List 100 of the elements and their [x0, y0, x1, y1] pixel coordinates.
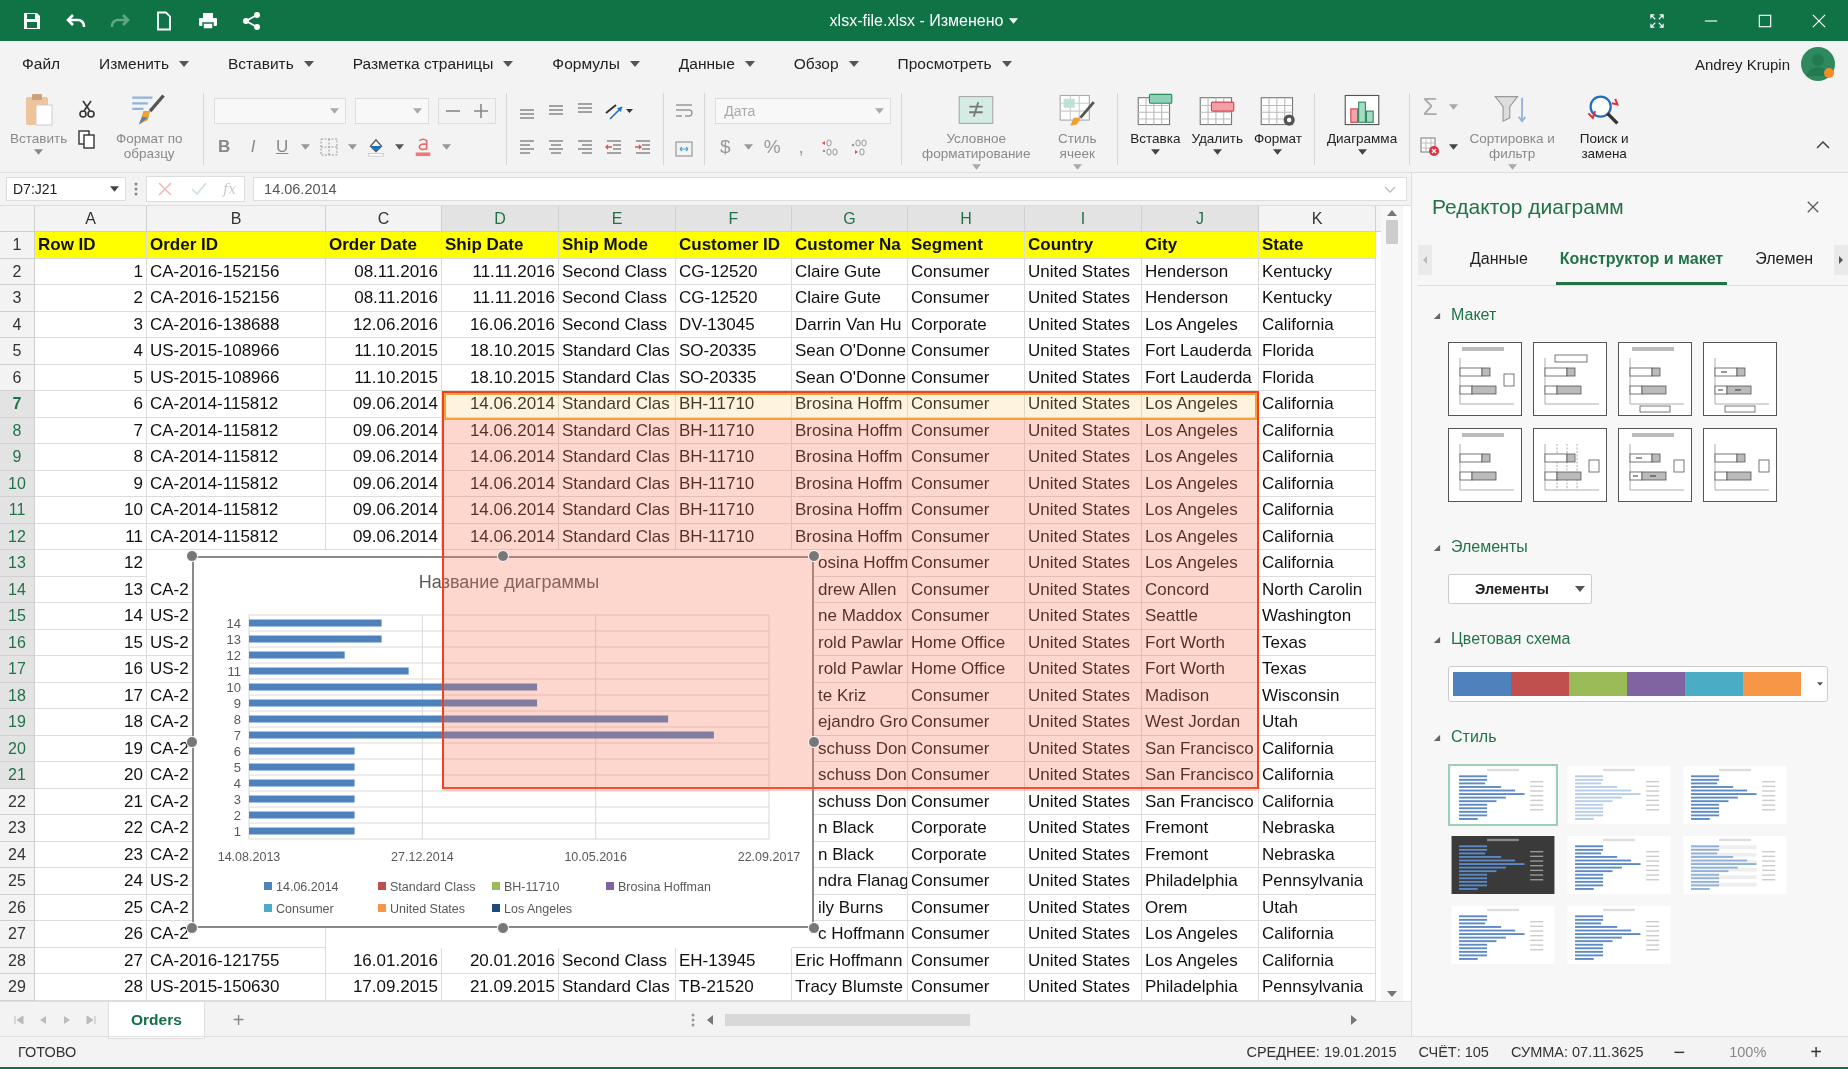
- chart-style-thumbnail[interactable]: [1448, 764, 1558, 826]
- row-number[interactable]: 27: [0, 921, 35, 948]
- row-number[interactable]: 2: [0, 258, 35, 285]
- caret-icon[interactable]: [1449, 144, 1459, 150]
- row-number[interactable]: 7: [0, 391, 35, 418]
- layout-thumbnail[interactable]: [1448, 428, 1522, 502]
- scroll-right-icon[interactable]: [1834, 245, 1848, 275]
- sheet-tab[interactable]: Orders: [108, 1001, 205, 1039]
- row-number[interactable]: 8: [0, 417, 35, 444]
- row-number[interactable]: 22: [0, 788, 35, 815]
- menu-item[interactable]: Разметка страницы: [342, 49, 524, 79]
- menu-item[interactable]: Обзор: [783, 49, 869, 79]
- row-number[interactable]: 23: [0, 815, 35, 842]
- column-header[interactable]: H: [908, 206, 1025, 231]
- clear-icon[interactable]: [1420, 137, 1441, 157]
- copy-icon[interactable]: [77, 129, 98, 149]
- row-number[interactable]: 28: [0, 947, 35, 974]
- layout-thumbnail[interactable]: [1533, 428, 1607, 502]
- add-sheet-button[interactable]: +: [216, 1008, 261, 1032]
- column-header[interactable]: F: [676, 206, 792, 231]
- layout-thumbnail[interactable]: [1618, 342, 1692, 416]
- scroll-up-icon[interactable]: [1387, 210, 1397, 216]
- row-number[interactable]: 1: [0, 232, 35, 259]
- row-number[interactable]: 12: [0, 523, 35, 550]
- font-style-button[interactable]: B: [214, 137, 235, 157]
- save-icon[interactable]: [22, 10, 42, 31]
- row-number[interactable]: 17: [0, 656, 35, 683]
- expanded-icon[interactable]: [1432, 634, 1441, 644]
- color-scheme-dropdown[interactable]: [1448, 666, 1828, 702]
- zoom-in-button[interactable]: +: [1802, 1040, 1830, 1064]
- formula-field[interactable]: 14.06.2014: [253, 177, 1407, 201]
- resize-handle[interactable]: [497, 550, 509, 562]
- horizontal-scrollbar[interactable]: [707, 1014, 1357, 1026]
- collapse-ribbon-icon[interactable]: [1816, 141, 1830, 149]
- row-number[interactable]: 19: [0, 709, 35, 736]
- scroll-right-icon[interactable]: [1351, 1015, 1357, 1025]
- elements-dropdown[interactable]: Элементы: [1448, 574, 1592, 604]
- layout-thumbnail[interactable]: [1703, 342, 1777, 416]
- vertical-scrollbar[interactable]: [1381, 206, 1403, 1001]
- row-number[interactable]: 24: [0, 841, 35, 868]
- increase-decimal-icon[interactable]: [820, 137, 841, 157]
- expanded-icon[interactable]: [1432, 310, 1441, 320]
- row-number[interactable]: 4: [0, 311, 35, 338]
- column-header[interactable]: I: [1025, 206, 1142, 231]
- share-icon[interactable]: [242, 10, 262, 31]
- scroll-left-icon[interactable]: [707, 1015, 713, 1025]
- column-header[interactable]: J: [1142, 206, 1259, 231]
- scroll-thumb[interactable]: [1386, 220, 1398, 244]
- column-header[interactable]: A: [35, 206, 147, 231]
- scroll-down-icon[interactable]: [1387, 990, 1397, 997]
- font-size-field[interactable]: [355, 98, 430, 124]
- layout-thumbnail[interactable]: [1448, 342, 1522, 416]
- find-replace-button[interactable]: Поиск и замена: [1566, 91, 1643, 169]
- row-number[interactable]: 13: [0, 550, 35, 577]
- maximize-icon[interactable]: [1758, 13, 1772, 28]
- row-number[interactable]: 21: [0, 762, 35, 789]
- panel-tab[interactable]: Данные: [1466, 235, 1532, 285]
- chart-button[interactable]: Диаграмма: [1324, 91, 1400, 169]
- resize-handle[interactable]: [808, 922, 820, 934]
- menu-item[interactable]: Просмотреть: [887, 49, 1022, 79]
- more-icon[interactable]: [134, 181, 138, 197]
- fill-color-icon[interactable]: [366, 137, 387, 157]
- more-icon[interactable]: [691, 1012, 695, 1028]
- column-header[interactable]: B: [147, 206, 326, 231]
- row-number[interactable]: 3: [0, 285, 35, 312]
- insert-cells-button[interactable]: Вставка: [1128, 91, 1183, 169]
- row-number[interactable]: 5: [0, 338, 35, 365]
- row-number[interactable]: 9: [0, 444, 35, 471]
- menu-item[interactable]: Формулы: [542, 49, 650, 79]
- merge-cells-icon[interactable]: [674, 139, 695, 159]
- panel-tab[interactable]: Конструктор и макет: [1555, 235, 1728, 285]
- text-orientation-icon[interactable]: [604, 101, 635, 121]
- section-title[interactable]: Цветовая схема: [1451, 630, 1571, 648]
- zoom-level[interactable]: 100%: [1729, 1044, 1767, 1060]
- scissors-icon[interactable]: [77, 99, 98, 119]
- row-number[interactable]: 18: [0, 682, 35, 709]
- menu-item[interactable]: Вставить: [218, 49, 324, 79]
- resize-handle[interactable]: [186, 550, 198, 562]
- new-document-icon[interactable]: [154, 10, 174, 31]
- row-number[interactable]: 25: [0, 868, 35, 895]
- close-icon[interactable]: [1806, 200, 1820, 214]
- menu-item[interactable]: Файл: [12, 49, 71, 79]
- caret-icon[interactable]: [395, 144, 405, 150]
- avatar-icon[interactable]: [1800, 46, 1836, 82]
- panel-tab[interactable]: Элемен: [1751, 235, 1818, 285]
- caret-icon[interactable]: [1009, 17, 1019, 24]
- resize-handle[interactable]: [186, 922, 198, 934]
- zoom-out-button[interactable]: −: [1665, 1040, 1694, 1064]
- expanded-icon[interactable]: [1432, 542, 1441, 552]
- row-number[interactable]: 6: [0, 364, 35, 391]
- menu-item[interactable]: Данные: [668, 49, 765, 79]
- section-title[interactable]: Стиль: [1451, 728, 1497, 746]
- delete-cells-button[interactable]: Удалить: [1189, 91, 1245, 169]
- row-number[interactable]: 15: [0, 603, 35, 630]
- row-number[interactable]: 29: [0, 974, 35, 1001]
- resize-handle[interactable]: [186, 736, 198, 748]
- layout-thumbnail[interactable]: [1618, 428, 1692, 502]
- layout-thumbnail[interactable]: [1703, 428, 1777, 502]
- column-header[interactable]: K: [1259, 206, 1376, 231]
- column-header[interactable]: G: [792, 206, 908, 231]
